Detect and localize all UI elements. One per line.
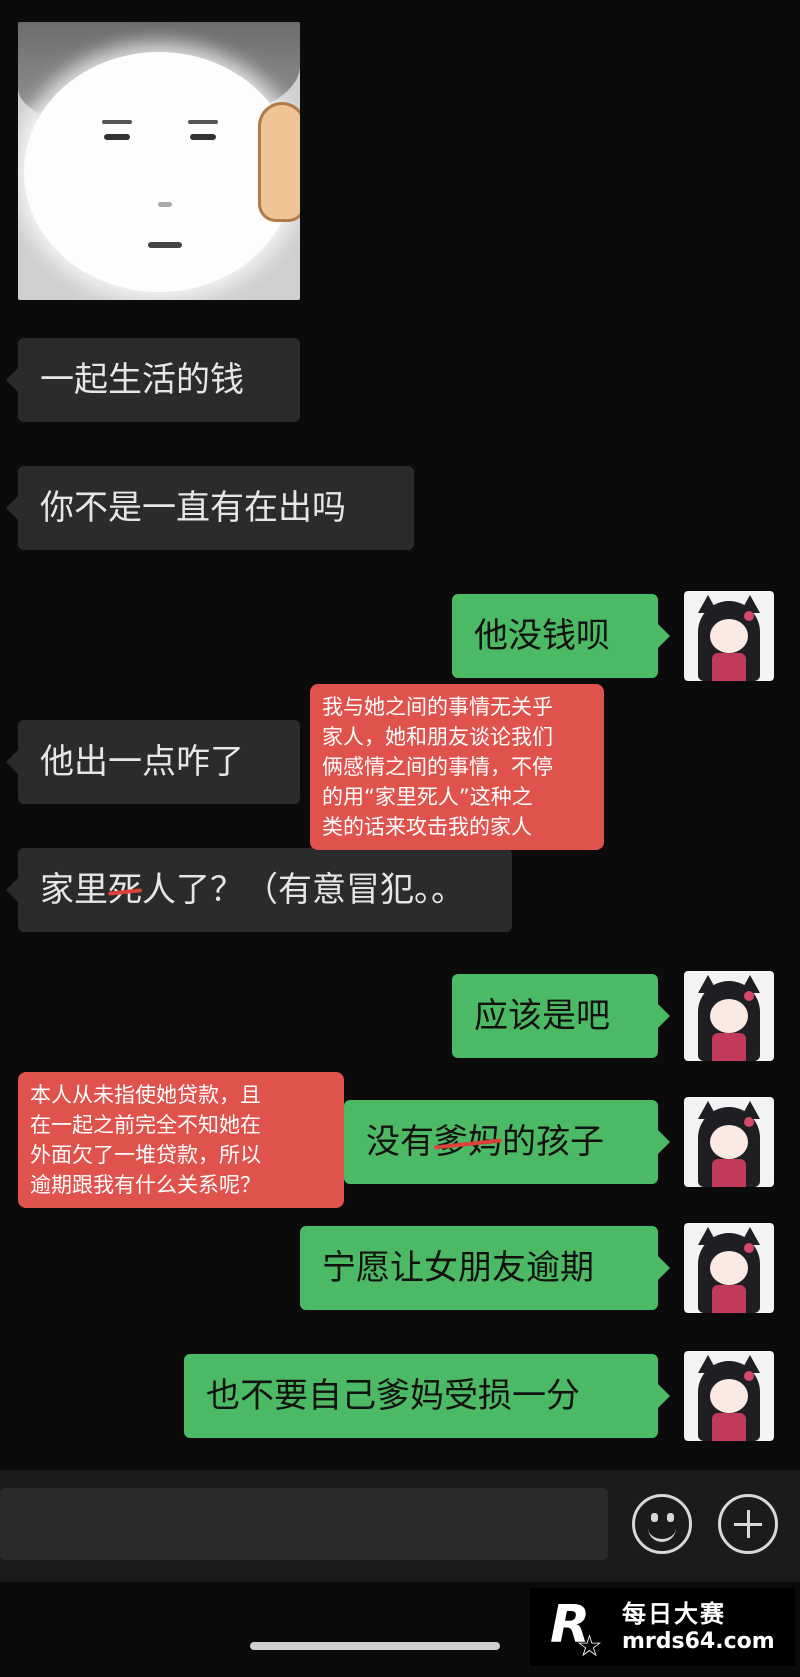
watermark-text: 每日大赛 mrds64.com (622, 1599, 775, 1655)
avatar-bow (744, 991, 754, 1001)
avatar-dress (712, 1159, 746, 1187)
chat-area: 一起生活的钱 你不是一直有在出吗 他没钱呗 他出一点咋了 家里死人了？（有意冒犯… (0, 0, 800, 1470)
outgoing-message-bubble[interactable]: 宁愿让女朋友逾期 (300, 1226, 670, 1310)
annotation-line: 的用“家里死人”这种之 (322, 785, 533, 809)
message-row: 你不是一直有在出吗 (0, 466, 800, 550)
cat-ear-left (698, 595, 718, 613)
message-row: 他没钱呗 (0, 591, 800, 681)
smiley-eye-left (651, 1513, 658, 1522)
avatar-face (710, 619, 748, 653)
message-input[interactable] (0, 1488, 608, 1560)
user-avatar[interactable] (684, 591, 774, 681)
cat-ear-left (698, 1355, 718, 1373)
message-text-prefix: 没有 (366, 1122, 434, 1162)
annotation-line: 俩感情之间的事情，不停 (322, 755, 553, 779)
user-avatar[interactable] (684, 1223, 774, 1313)
annotation-line: 本人从未指使她贷款，且 (30, 1083, 261, 1107)
plus-vertical (747, 1510, 750, 1538)
struck-out-text: 爹妈 (434, 1100, 502, 1184)
message-row: 家里死人了？（有意冒犯。。 (0, 848, 800, 932)
avatar-dress (712, 1413, 746, 1441)
sticker-nose (158, 202, 172, 207)
home-indicator[interactable] (250, 1642, 500, 1650)
incoming-message-bubble[interactable]: 一起生活的钱 (6, 338, 300, 422)
sticker-brow-left (102, 120, 132, 124)
user-avatar[interactable] (684, 1351, 774, 1441)
star-icon: ☆ (576, 1629, 603, 1664)
sticker-face (24, 52, 294, 292)
annotation-line: 类的话来攻击我的家人 (322, 815, 532, 839)
outgoing-message-bubble[interactable]: 他没钱呗 (452, 594, 670, 678)
sticker-image[interactable] (18, 22, 300, 300)
message-text-suffix: 人了？（有意冒犯。。 (142, 870, 465, 910)
avatar-dress (712, 1285, 746, 1313)
outgoing-message-bubble[interactable]: 也不要自己爹妈受损一分 (184, 1354, 670, 1438)
annotation-line: 在一起之前完全不知她在 (30, 1113, 261, 1137)
annotation-note: 我与她之间的事情无关乎 家人，她和朋友谈论我们 俩感情之间的事情，不停 的用“家… (310, 684, 604, 850)
outgoing-message-bubble[interactable]: 应该是吧 (452, 974, 670, 1058)
annotation-line: 外面欠了一堆贷款，所以 (30, 1143, 261, 1167)
message-text: 一起生活的钱 (40, 360, 244, 400)
message-row: 宁愿让女朋友逾期 (0, 1223, 800, 1313)
avatar-bow (744, 1371, 754, 1381)
avatar-bow (744, 1117, 754, 1127)
annotation-line: 我与她之间的事情无关乎 (322, 695, 553, 719)
sticker-hand (258, 102, 300, 222)
cat-ear-left (698, 975, 718, 993)
smiley-mouth (648, 1527, 676, 1542)
watermark-name: 每日大赛 (622, 1600, 726, 1628)
incoming-message-bubble[interactable]: 家里死人了？（有意冒犯。。 (6, 848, 512, 932)
annotation-line: 逾期跟我有什么关系呢？ (30, 1173, 261, 1197)
sticker-eye-right (190, 134, 216, 140)
watermark-logo: R ☆ (550, 1595, 614, 1664)
watermark-url: mrds64.com (622, 1629, 775, 1654)
message-text: 他没钱呗 (474, 616, 610, 656)
sticker-mouth (148, 242, 182, 248)
user-avatar[interactable] (684, 971, 774, 1061)
sticker-brow-right (188, 120, 218, 124)
annotation-note: 本人从未指使她贷款，且 在一起之前完全不知她在 外面欠了一堆贷款，所以 逾期跟我… (18, 1072, 344, 1208)
avatar-face (710, 999, 748, 1033)
message-row: 一起生活的钱 (0, 338, 800, 422)
outgoing-message-bubble[interactable]: 没有爹妈的孩子 (344, 1100, 670, 1184)
message-text: 你不是一直有在出吗 (40, 488, 346, 528)
avatar-face (710, 1251, 748, 1285)
avatar-bow (744, 611, 754, 621)
incoming-message-bubble[interactable]: 你不是一直有在出吗 (6, 466, 414, 550)
incoming-message-bubble[interactable]: 他出一点咋了 (6, 720, 300, 804)
smiley-icon[interactable] (632, 1494, 692, 1554)
avatar-face (710, 1125, 748, 1159)
message-text: 也不要自己爹妈受损一分 (206, 1376, 580, 1416)
watermark: R ☆ 每日大赛 mrds64.com (530, 1588, 795, 1666)
avatar-dress (712, 653, 746, 681)
avatar-face (710, 1379, 748, 1413)
input-bar (0, 1470, 800, 1582)
sticker-eye-left (104, 134, 130, 140)
message-text-suffix: 的孩子 (502, 1122, 604, 1162)
smiley-eye-right (667, 1513, 674, 1522)
avatar-dress (712, 1033, 746, 1061)
message-row: 也不要自己爹妈受损一分 (0, 1351, 800, 1441)
message-text-prefix: 家里 (40, 870, 108, 910)
plus-icon[interactable] (718, 1494, 778, 1554)
message-text: 应该是吧 (474, 996, 610, 1036)
annotation-line: 家人，她和朋友谈论我们 (322, 725, 553, 749)
user-avatar[interactable] (684, 1097, 774, 1187)
message-row: 应该是吧 (0, 971, 800, 1061)
message-text: 他出一点咋了 (40, 742, 244, 782)
avatar-bow (744, 1243, 754, 1253)
cat-ear-left (698, 1101, 718, 1119)
struck-out-text: 死 (108, 848, 142, 932)
message-text: 宁愿让女朋友逾期 (322, 1248, 594, 1288)
cat-ear-left (698, 1227, 718, 1245)
